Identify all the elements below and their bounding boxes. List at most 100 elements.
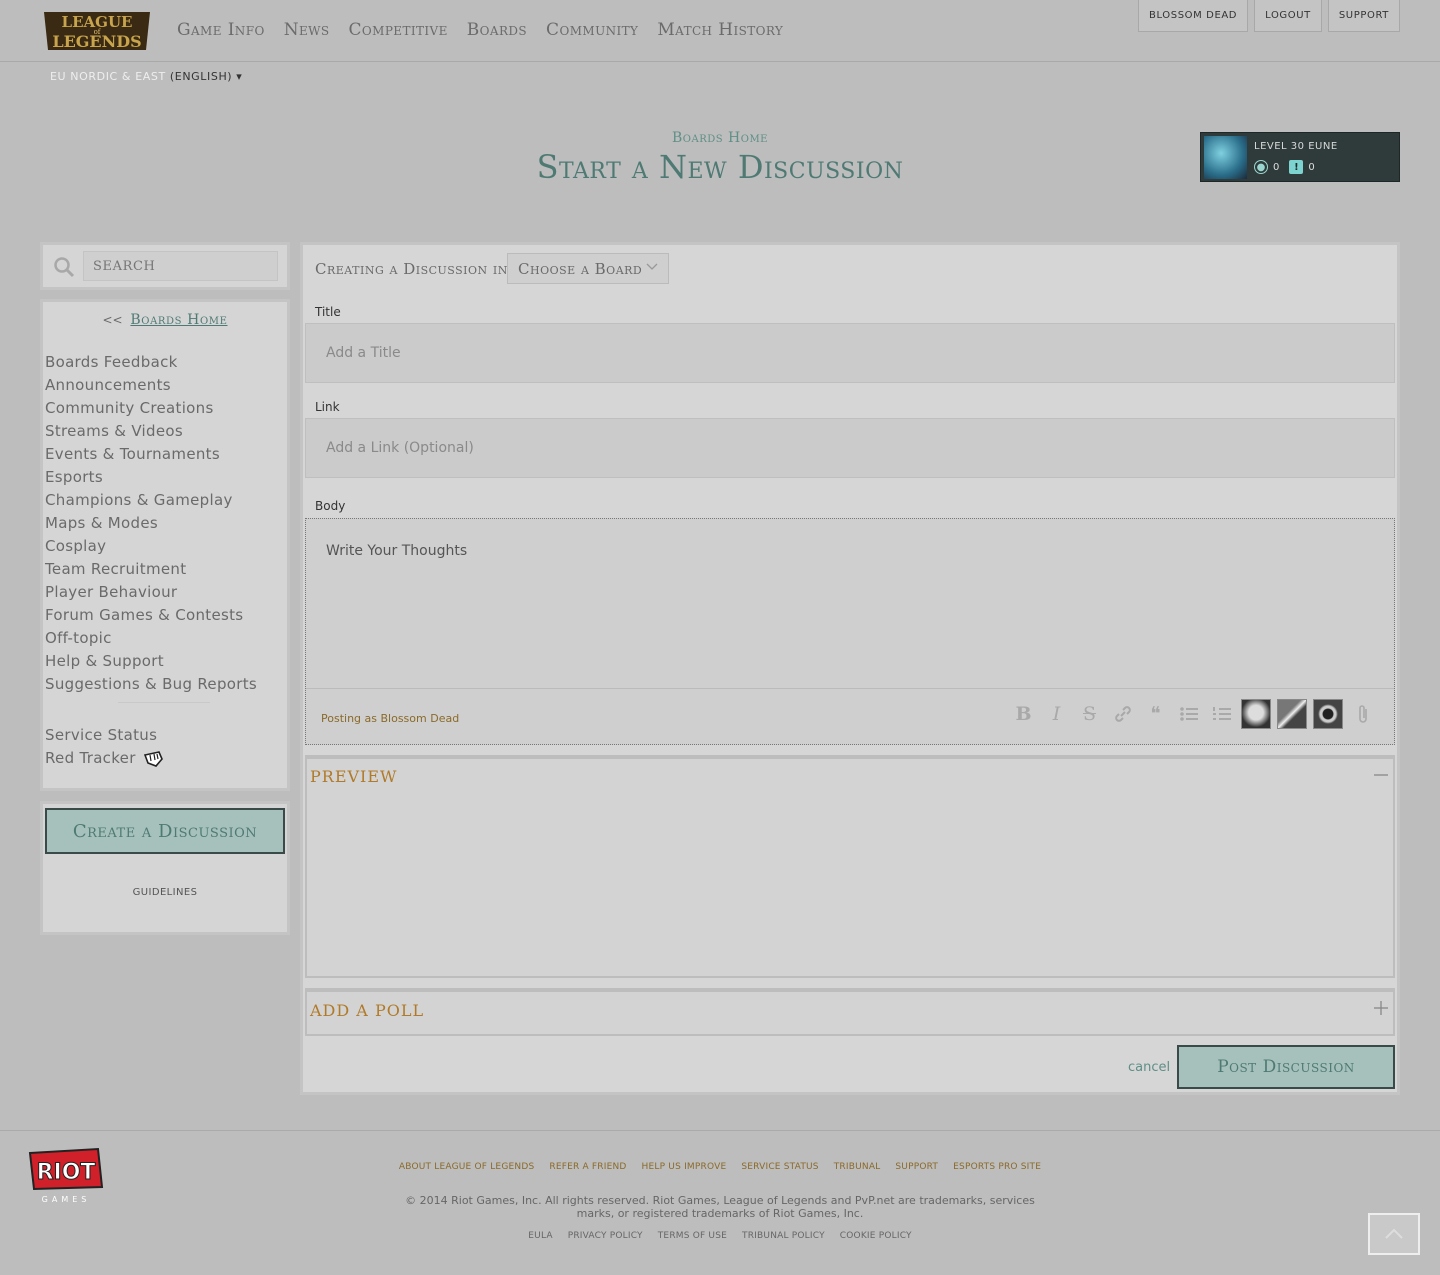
board-link[interactable]: Champions & Gameplay (45, 489, 257, 512)
champion-emote-3-icon[interactable] (1313, 699, 1343, 729)
board-link[interactable]: Cosplay (45, 535, 257, 558)
league-of-legends-logo[interactable]: LEAGUE of LEGENDS (38, 8, 156, 54)
red-tracker-link[interactable]: Red Tracker (45, 747, 164, 770)
top-navigation: LEAGUE of LEGENDS Game Info News Competi… (0, 0, 1440, 62)
board-link[interactable]: Boards Feedback (45, 351, 257, 374)
nav-competitive[interactable]: Competitive (348, 20, 447, 40)
board-link[interactable]: Maps & Modes (45, 512, 257, 535)
svg-text:GAMES: GAMES (42, 1195, 91, 1204)
board-link[interactable]: Announcements (45, 374, 257, 397)
boards-navigation: << Boards Home Boards Feedback Announcem… (40, 299, 290, 791)
title-input[interactable]: Add a Title (305, 323, 1395, 383)
attachment-icon[interactable] (1349, 699, 1376, 729)
boards-home-link[interactable]: Boards Home (130, 312, 227, 328)
board-link[interactable]: Off-topic (45, 627, 257, 650)
board-link[interactable]: Community Creations (45, 397, 257, 420)
link-icon[interactable] (1109, 699, 1136, 729)
link-input[interactable]: Add a Link (Optional) (305, 418, 1395, 478)
board-select-value: Choose a Board (518, 259, 643, 278)
expand-plus-icon[interactable] (1373, 1000, 1389, 1016)
chevron-down-icon (646, 263, 658, 270)
bold-icon[interactable]: B (1010, 699, 1037, 729)
collapse-icon[interactable] (1373, 767, 1389, 783)
preview-title: PREVIEW (310, 767, 398, 786)
cancel-link[interactable]: cancel (1128, 1060, 1170, 1075)
divider (118, 702, 210, 703)
nav-boards[interactable]: Boards (467, 20, 527, 40)
create-panel: Create a Discussion GUIDELINES (40, 801, 290, 935)
create-discussion-button[interactable]: Create a Discussion (45, 808, 285, 854)
guidelines-link[interactable]: GUIDELINES (43, 887, 287, 898)
username-button[interactable]: BLOSSOM DEAD (1138, 0, 1249, 32)
board-link[interactable]: Forum Games & Contests (45, 604, 257, 627)
legal-link[interactable]: PRIVACY POLICY (568, 1231, 643, 1241)
language-label: (ENGLISH) ▾ (169, 70, 243, 83)
notifications-icon: ! (1289, 160, 1304, 174)
footer-link[interactable]: ESPORTS PRO SITE (953, 1162, 1041, 1172)
chevron-up-icon (1385, 1228, 1403, 1239)
add-poll-section[interactable]: ADD A POLL (305, 988, 1395, 1036)
footer-link[interactable]: REFER A FRIEND (549, 1162, 626, 1172)
logout-button[interactable]: LOGOUT (1254, 0, 1322, 32)
add-poll-title: ADD A POLL (310, 1001, 425, 1020)
nav-match-history[interactable]: Match History (657, 20, 783, 40)
nav-news[interactable]: News (284, 20, 330, 40)
body-editor: Write Your Thoughts Posting as Blossom D… (305, 518, 1395, 745)
footer-link[interactable]: ABOUT LEAGUE OF LEGENDS (399, 1162, 534, 1172)
creating-in-label: Creating a Discussion in (315, 260, 508, 278)
champion-emote-1-icon[interactable] (1241, 699, 1271, 729)
friends-icon: ● (1254, 160, 1268, 174)
quote-icon[interactable]: ❝ (1142, 699, 1169, 729)
numbered-list-icon[interactable] (1208, 699, 1235, 729)
search-icon (54, 257, 75, 278)
service-status-link[interactable]: Service Status (45, 724, 164, 747)
board-link[interactable]: Player Behaviour (45, 581, 257, 604)
nav-game-info[interactable]: Game Info (177, 20, 265, 40)
red-tracker-label: Red Tracker (45, 749, 136, 767)
svg-text:LEGENDS: LEGENDS (52, 32, 141, 51)
board-link[interactable]: Suggestions & Bug Reports (45, 673, 257, 696)
search-panel (40, 242, 290, 290)
notifications-count: 0 (1308, 161, 1315, 173)
region-name: EU NORDIC & EAST (50, 70, 166, 83)
footer-link[interactable]: SUPPORT (895, 1162, 938, 1172)
board-link[interactable]: Team Recruitment (45, 558, 257, 581)
board-link[interactable]: Streams & Videos (45, 420, 257, 443)
posting-as-label: Posting as Blossom Dead (321, 712, 460, 725)
summoner-level: LEVEL 30 EUNE (1254, 141, 1338, 152)
footer-link[interactable]: SERVICE STATUS (741, 1162, 818, 1172)
friends-count: 0 (1273, 161, 1280, 173)
board-link[interactable]: Help & Support (45, 650, 257, 673)
italic-icon[interactable]: I (1043, 699, 1070, 729)
board-link[interactable]: Esports (45, 466, 257, 489)
board-select[interactable]: Choose a Board (507, 253, 669, 284)
riot-fist-icon (143, 750, 163, 767)
post-discussion-button[interactable]: Post Discussion (1177, 1045, 1395, 1089)
nav-community[interactable]: Community (546, 20, 638, 40)
search-input[interactable] (83, 251, 278, 281)
legal-link[interactable]: COOKIE POLICY (840, 1231, 912, 1241)
body-textarea[interactable]: Write Your Thoughts (306, 519, 1394, 689)
support-button[interactable]: SUPPORT (1327, 0, 1400, 32)
bulleted-list-icon[interactable] (1175, 699, 1202, 729)
avatar (1204, 136, 1247, 179)
link-label: Link (315, 400, 340, 414)
footer-link[interactable]: TRIBUNAL (834, 1162, 881, 1172)
profile-card[interactable]: LEVEL 30 EUNE ● 0 ! 0 (1200, 132, 1400, 182)
discussion-form: Creating a Discussion in Choose a Board … (300, 242, 1400, 1095)
title-label: Title (315, 305, 341, 319)
legal-link[interactable]: EULA (528, 1231, 552, 1241)
champion-emote-2-icon[interactable] (1277, 699, 1307, 729)
footer: RIOT GAMES ABOUT LEAGUE OF LEGENDS REFER… (0, 1130, 1440, 1275)
region-selector[interactable]: EU NORDIC & EAST (ENGLISH) ▾ (50, 70, 242, 83)
riot-games-logo[interactable]: RIOT GAMES (26, 1145, 104, 1205)
board-link[interactable]: Events & Tournaments (45, 443, 257, 466)
service-status-label: Service Status (45, 726, 158, 744)
legal-link[interactable]: TRIBUNAL POLICY (742, 1231, 825, 1241)
copyright-text: © 2014 Riot Games, Inc. All rights reser… (405, 1194, 1035, 1220)
back-to-top-button[interactable] (1368, 1213, 1420, 1255)
legal-link[interactable]: TERMS OF USE (658, 1231, 727, 1241)
footer-link[interactable]: HELP US IMPROVE (642, 1162, 727, 1172)
back-arrows: << (102, 313, 123, 327)
strikethrough-icon[interactable]: S (1076, 699, 1103, 729)
